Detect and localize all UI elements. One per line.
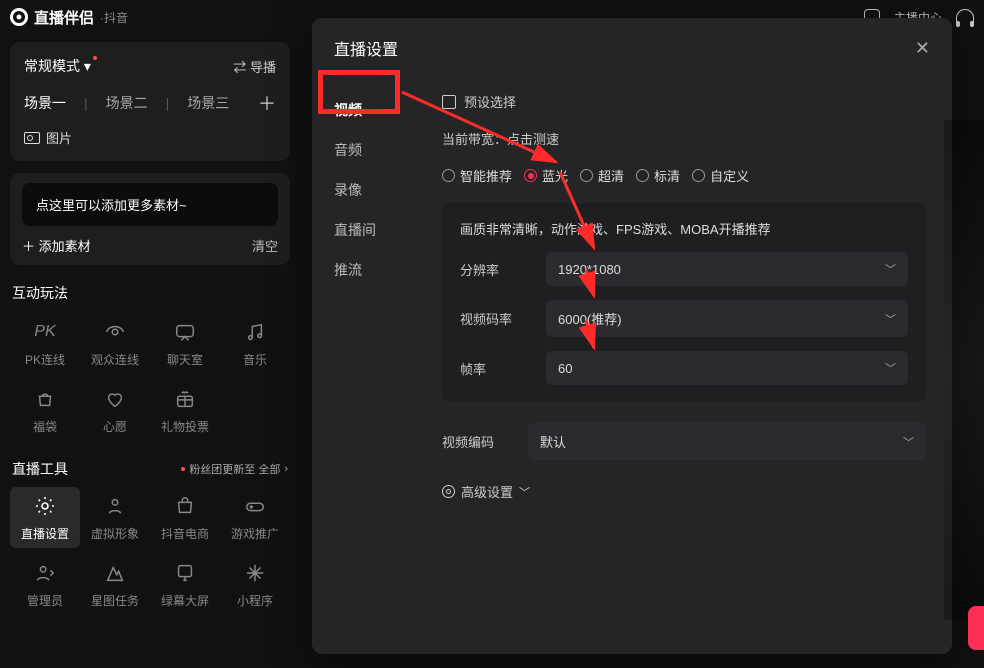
modal-title: 直播设置 <box>334 36 398 60</box>
interaction-chatroom[interactable]: 聊天室 <box>150 313 220 374</box>
chevron-down-icon: ﹀ <box>885 311 896 327</box>
bandwidth-test-link[interactable]: 点击测速 <box>507 132 559 147</box>
fans-update-link[interactable]: 粉丝团更新至 全部› <box>181 461 288 477</box>
bitrate-select[interactable]: 6000(推荐)﹀ <box>546 300 908 337</box>
preset-icon <box>442 95 456 109</box>
quality-sd[interactable]: 标清 <box>636 166 680 185</box>
bitrate-label: 视频码率 <box>460 309 546 328</box>
gear-icon <box>442 485 455 498</box>
interaction-giftvote[interactable]: 礼物投票 <box>150 380 220 441</box>
app-subtitle: ·抖音 <box>100 9 128 26</box>
tools-grid: 直播设置 虚拟形象 抖音电商 游戏推广 管理员 星图任务 绿幕大屏 小程序 <box>10 487 290 615</box>
app-logo-icon <box>10 8 28 26</box>
chevron-down-icon: ﹀ <box>903 434 914 450</box>
interaction-fudai[interactable]: 福袋 <box>10 380 80 441</box>
tool-star-task[interactable]: 星图任务 <box>80 554 150 615</box>
support-icon[interactable] <box>956 9 974 25</box>
nav-video[interactable]: 视频 <box>312 90 430 130</box>
resolution-select[interactable]: 1920*1080﹀ <box>546 252 908 286</box>
chevron-down-icon: ﹀ <box>885 360 896 376</box>
fps-select[interactable]: 60﹀ <box>546 351 908 385</box>
modal-nav: 视频 音频 录像 直播间 推流 <box>312 74 430 656</box>
add-scene-button[interactable]: ＋ <box>258 90 276 116</box>
source-image-row[interactable]: 图片 <box>24 128 276 147</box>
interaction-wish[interactable]: 心愿 <box>80 380 150 441</box>
scene-card: 常规模式 ▾ ⇄ 导播 场景一 | 场景二 | 场景三 ＋ 图片 <box>10 42 290 161</box>
preset-select-row[interactable]: 预设选择 <box>442 92 926 111</box>
clear-sources-button[interactable]: 清空 <box>252 236 278 255</box>
tool-miniprogram[interactable]: 小程序 <box>220 554 290 615</box>
director-toggle[interactable]: ⇄ 导播 <box>233 57 276 76</box>
tool-game-promo[interactable]: 游戏推广 <box>220 487 290 548</box>
nav-room[interactable]: 直播间 <box>312 210 430 250</box>
fps-label: 帧率 <box>460 359 546 378</box>
scene-tab-3[interactable]: 场景三 <box>187 93 229 113</box>
scene-tabs: 场景一 | 场景二 | 场景三 ＋ <box>24 90 276 116</box>
image-icon <box>24 132 40 144</box>
interaction-section-title: 互动玩法 <box>12 283 288 303</box>
scene-tab-2[interactable]: 场景二 <box>106 93 148 113</box>
add-source-card: 点这里可以添加更多素材~ ＋ 添加素材 清空 <box>10 173 290 265</box>
interaction-pk[interactable]: PKPK连线 <box>10 313 80 374</box>
scene-tab-1[interactable]: 场景一 <box>24 93 66 113</box>
tools-section-title: 直播工具 <box>12 459 68 479</box>
advanced-settings-toggle[interactable]: 高级设置 ﹀ <box>442 482 926 501</box>
encode-select[interactable]: 默认﹀ <box>528 423 926 460</box>
tool-live-settings[interactable]: 直播设置 <box>10 487 80 548</box>
nav-push[interactable]: 推流 <box>312 250 430 290</box>
nav-record[interactable]: 录像 <box>312 170 430 210</box>
modal-content: 预设选择 当前带宽：点击测速 智能推荐 蓝光 超清 标清 自定义 画质非常清晰，… <box>430 74 952 656</box>
tool-admin[interactable]: 管理员 <box>10 554 80 615</box>
tool-ecommerce[interactable]: 抖音电商 <box>150 487 220 548</box>
encode-label: 视频编码 <box>442 432 528 451</box>
quality-description: 画质非常清晰，动作游戏、FPS游戏、MOBA开播推荐 <box>460 219 908 238</box>
add-source-button[interactable]: ＋ 添加素材 <box>22 236 91 255</box>
quality-custom[interactable]: 自定义 <box>692 166 749 185</box>
sidebar: 常规模式 ▾ ⇄ 导播 场景一 | 场景二 | 场景三 ＋ 图片 点这里可以添加… <box>10 42 290 615</box>
quality-radio-group: 智能推荐 蓝光 超清 标清 自定义 <box>442 166 926 185</box>
nav-audio[interactable]: 音频 <box>312 130 430 170</box>
background-action-button[interactable] <box>968 606 984 650</box>
tools-header: 直播工具 粉丝团更新至 全部› <box>12 459 288 479</box>
tool-virtual-avatar[interactable]: 虚拟形象 <box>80 487 150 548</box>
resolution-label: 分辨率 <box>460 260 546 279</box>
tool-greenscreen[interactable]: 绿幕大屏 <box>150 554 220 615</box>
chevron-down-icon: ﹀ <box>885 261 896 277</box>
close-button[interactable]: ✕ <box>915 38 930 59</box>
interaction-music[interactable]: 音乐 <box>220 313 290 374</box>
quality-uhd[interactable]: 超清 <box>580 166 624 185</box>
app-title: 直播伴侣 <box>34 7 94 28</box>
mode-label[interactable]: 常规模式 ▾ <box>24 56 97 76</box>
quality-bluray[interactable]: 蓝光 <box>524 166 568 185</box>
live-settings-modal: 直播设置 ✕ 视频 音频 录像 直播间 推流 预设选择 当前带宽：点击测速 智能… <box>312 18 952 654</box>
interaction-audience[interactable]: 观众连线 <box>80 313 150 374</box>
quality-smart[interactable]: 智能推荐 <box>442 166 512 185</box>
add-source-tip: 点这里可以添加更多素材~ <box>22 183 278 226</box>
quality-settings-box: 画质非常清晰，动作游戏、FPS游戏、MOBA开播推荐 分辨率 1920*1080… <box>442 203 926 401</box>
bandwidth-row: 当前带宽：点击测速 <box>442 129 926 148</box>
background-preview-area <box>944 120 984 620</box>
interaction-grid: PKPK连线 观众连线 聊天室 音乐 福袋 心愿 礼物投票 <box>10 313 290 441</box>
